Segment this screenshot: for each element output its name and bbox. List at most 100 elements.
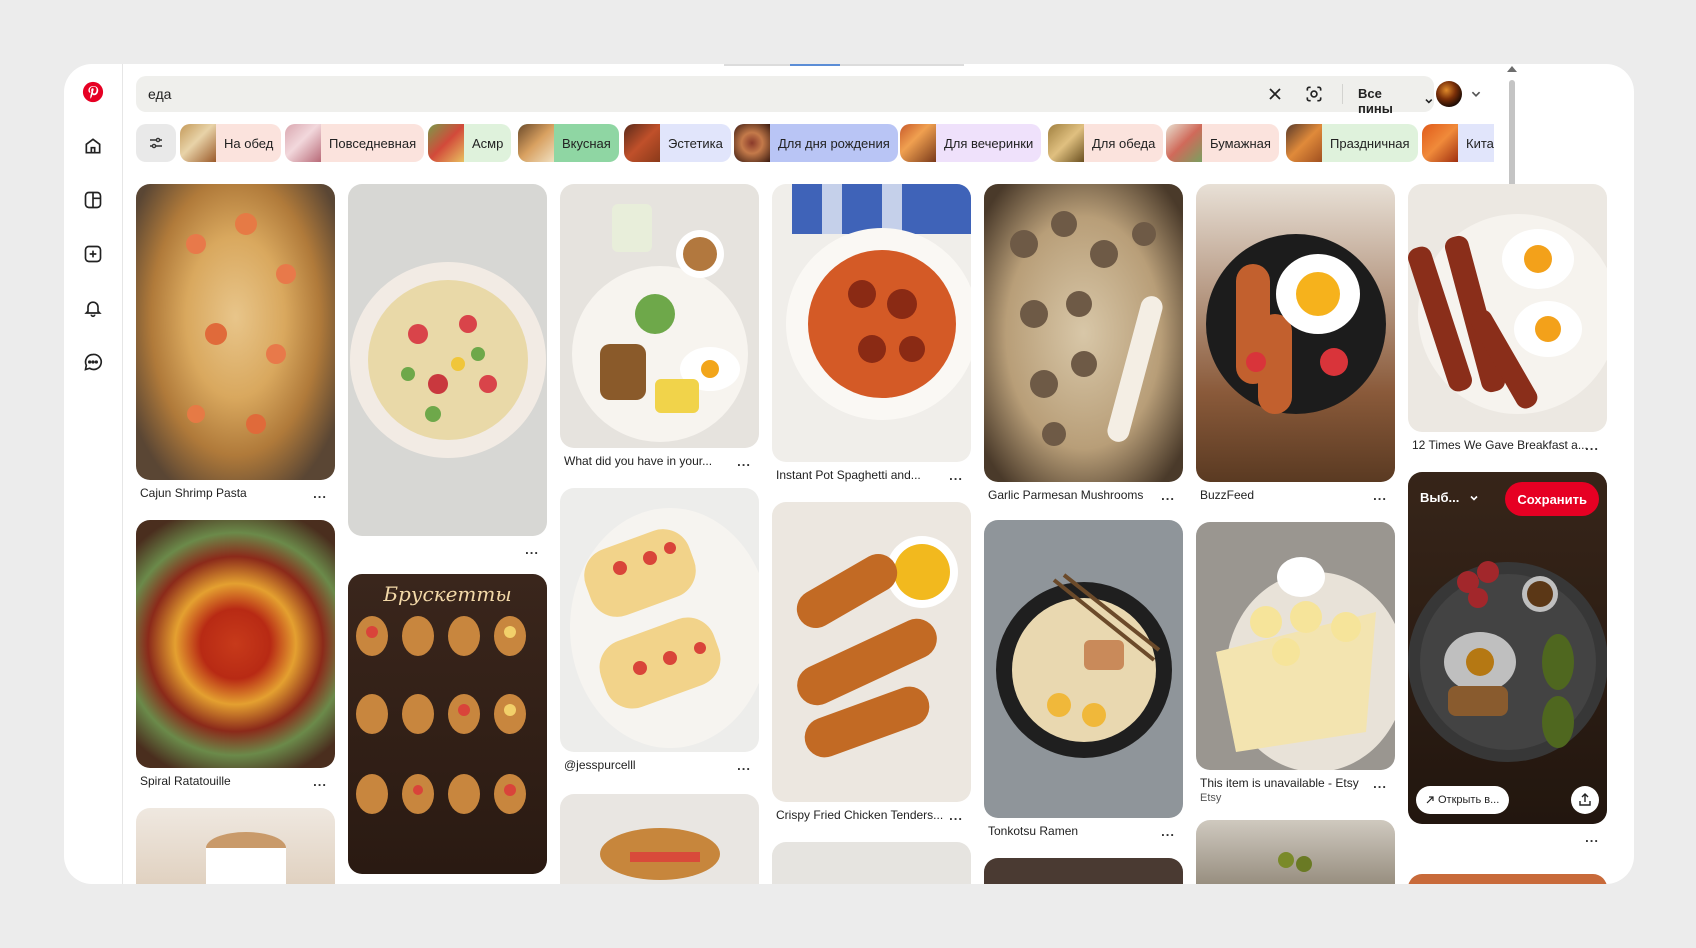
filter-sliders-icon[interactable] <box>136 124 176 162</box>
pin-title[interactable]: Instant Pot Spaghetti and... <box>776 468 921 482</box>
more-options-button[interactable]: ... <box>313 486 327 501</box>
more-options-button[interactable]: ... <box>737 758 751 773</box>
pin-title[interactable]: BuzzFeed <box>1200 488 1254 502</box>
pin-card[interactable]: Tonkotsu Ramen ... <box>984 520 1183 858</box>
pin-card[interactable]: Garlic Parmesan Mushrooms ... <box>984 184 1183 522</box>
avatar[interactable] <box>1436 81 1462 107</box>
chip-na-obed[interactable]: На обед <box>180 124 282 162</box>
bell-icon[interactable] <box>79 294 107 322</box>
board-select-dropdown[interactable]: Выб... <box>1420 490 1479 505</box>
pin-image[interactable] <box>772 502 971 802</box>
more-options-button[interactable]: ... <box>1373 488 1387 503</box>
pin-title[interactable]: Spiral Ratatouille <box>140 774 231 788</box>
pin-title[interactable]: @jesspurcelll <box>564 758 636 772</box>
pin-image[interactable] <box>560 794 759 884</box>
pin-card[interactable]: Crispy Fried Chicken Tenders... ... <box>772 502 971 842</box>
pin-card[interactable]: @jesspurcelll ... <box>560 488 759 792</box>
chip-dlya-obeda[interactable]: Для обеда <box>1048 124 1164 162</box>
more-options-button[interactable]: ... <box>1585 438 1599 453</box>
pin-card[interactable] <box>1408 874 1607 884</box>
pin-title[interactable]: This item is unavailable - Etsy <box>1200 776 1359 790</box>
chip-dlya-vecherinki[interactable]: Для вечеринки <box>900 124 1042 162</box>
pin-card[interactable] <box>772 842 971 884</box>
pin-card[interactable]: ... <box>348 184 547 572</box>
pin-image[interactable] <box>136 184 335 480</box>
open-link-button[interactable]: Открыть в... <box>1416 786 1510 814</box>
pin-image[interactable] <box>1196 522 1395 770</box>
search-bar[interactable]: еда Все пины <box>136 76 1434 116</box>
pin-card[interactable]: Instant Pot Spaghetti and... ... <box>772 184 971 502</box>
chevron-down-icon[interactable] <box>1470 88 1482 100</box>
pin-image[interactable] <box>1408 874 1607 884</box>
pinterest-logo[interactable] <box>79 78 107 106</box>
chip-asmr[interactable]: Асмр <box>428 124 512 162</box>
pin-image[interactable] <box>772 184 971 462</box>
save-button[interactable]: Сохранить <box>1505 482 1599 516</box>
pin-card[interactable]: Брускетты <box>348 574 547 874</box>
pin-image[interactable] <box>984 520 1183 818</box>
create-icon[interactable] <box>79 240 107 268</box>
pin-card[interactable] <box>1196 820 1395 884</box>
pin-title[interactable]: Cajun Shrimp Pasta <box>140 486 247 500</box>
scroll-up-arrow-icon[interactable] <box>1507 66 1517 72</box>
pin-card[interactable] <box>560 794 759 884</box>
pin-image[interactable] <box>772 842 971 884</box>
pin-title[interactable]: Crispy Fried Chicken Tenders... <box>776 808 943 822</box>
pin-type-dropdown[interactable]: Все пины <box>1358 86 1434 116</box>
pin-source[interactable]: Etsy <box>1200 792 1221 804</box>
pin-image[interactable] <box>1196 820 1395 884</box>
pin-image[interactable] <box>984 858 1183 884</box>
pin-meta: ... <box>1408 824 1607 850</box>
chip-bumazhnaya[interactable]: Бумажная <box>1166 124 1279 162</box>
pin-image[interactable] <box>1408 184 1607 432</box>
more-options-button[interactable]: ... <box>1373 776 1387 791</box>
more-options-button[interactable]: ... <box>313 774 327 789</box>
skillet-breakfast-illustration <box>1206 234 1386 414</box>
pin-card[interactable]: Cajun Shrimp Pasta ... <box>136 184 335 520</box>
share-icon[interactable] <box>1571 786 1599 814</box>
more-options-button[interactable]: ... <box>949 808 963 823</box>
pin-card[interactable]: Spiral Ratatouille ... <box>136 520 335 808</box>
chip-estetika[interactable]: Эстетика <box>624 124 731 162</box>
more-options-button[interactable]: ... <box>1161 488 1175 503</box>
chip-label: Вкусная <box>562 135 611 151</box>
more-options-button[interactable]: ... <box>1161 824 1175 839</box>
pin-title[interactable]: What did you have in your... <box>564 454 712 468</box>
messages-icon[interactable] <box>79 348 107 376</box>
chip-dlya-dnya-rozhdeniya[interactable]: Для дня рождения <box>734 124 898 162</box>
pin-title[interactable]: 12 Times We Gave Breakfast a... <box>1412 438 1588 452</box>
chip-kitay[interactable]: Китай <box>1422 124 1494 162</box>
pin-card-hovered[interactable]: Выб... Сохранить Открыть в... ... <box>1408 472 1607 850</box>
home-icon[interactable] <box>79 132 107 160</box>
pin-title[interactable]: Garlic Parmesan Mushrooms <box>988 488 1143 502</box>
close-icon[interactable] <box>1264 83 1286 105</box>
more-options-button[interactable]: ... <box>949 468 963 483</box>
pin-card[interactable]: BuzzFeed ... <box>1196 184 1395 522</box>
more-options-button[interactable]: ... <box>1585 830 1599 845</box>
chip-prazdnichnaya[interactable]: Праздничная <box>1286 124 1418 162</box>
more-options-button[interactable]: ... <box>525 542 539 557</box>
pin-card[interactable]: 12 Times We Gave Breakfast a... ... <box>1408 184 1607 470</box>
pin-image[interactable] <box>1196 184 1395 482</box>
search-input[interactable]: еда <box>148 86 171 102</box>
pin-image[interactable] <box>136 808 335 884</box>
pin-image[interactable] <box>560 184 759 448</box>
pin-card[interactable] <box>984 858 1183 884</box>
pin-title[interactable]: Tonkotsu Ramen <box>988 824 1078 838</box>
more-options-button[interactable]: ... <box>737 454 751 469</box>
pin-image[interactable] <box>136 520 335 768</box>
camera-search-icon[interactable] <box>1302 82 1326 106</box>
pin-card[interactable] <box>136 808 335 884</box>
chip-vkusnaya[interactable]: Вкусная <box>518 124 619 162</box>
pin-card[interactable]: This item is unavailable - Etsy Etsy ... <box>1196 522 1395 818</box>
pin-image[interactable] <box>560 488 759 752</box>
pin-image[interactable]: Брускетты <box>348 574 547 874</box>
pin-image[interactable]: Выб... Сохранить Открыть в... <box>1408 472 1607 824</box>
chip-thumbnail <box>1286 124 1322 162</box>
pin-card[interactable]: What did you have in your... ... <box>560 184 759 488</box>
chip-povsednevnaya[interactable]: Повседневная <box>285 124 425 162</box>
pin-image[interactable] <box>984 184 1183 482</box>
explore-icon[interactable] <box>79 186 107 214</box>
left-nav-rail <box>64 64 123 884</box>
pin-image[interactable] <box>348 184 547 536</box>
